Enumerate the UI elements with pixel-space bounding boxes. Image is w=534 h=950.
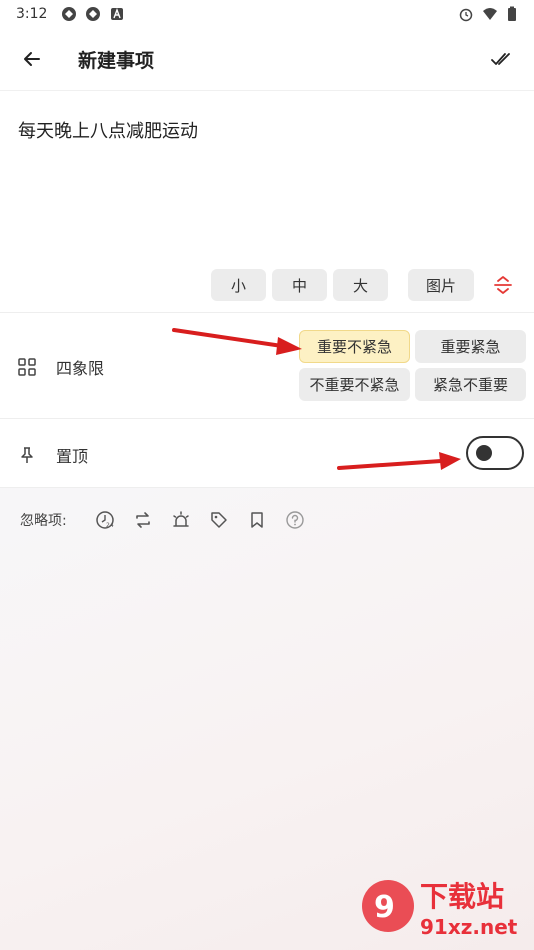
quadrant-urgent-not-important-button[interactable]: 紧急不重要 <box>415 368 526 401</box>
pin-label: 置顶 <box>56 447 89 466</box>
annotation-arrow-quadrant <box>172 328 302 355</box>
page-title: 新建事项 <box>78 49 155 72</box>
quadrant-label-group: 四象限 <box>18 355 104 379</box>
app-header: 新建事项 <box>0 28 534 90</box>
double-check-icon <box>491 53 510 65</box>
quadrant-important-urgent-button[interactable]: 重要紧急 <box>415 330 526 363</box>
annotation-arrow-toggle <box>337 452 461 470</box>
toggle-knob <box>476 445 492 461</box>
pin-icon <box>21 447 33 463</box>
alarm-icon[interactable] <box>171 510 191 530</box>
status-indicators <box>458 6 518 22</box>
status-bar: 3:12 <box>0 0 534 28</box>
arrow-left-icon <box>24 52 40 66</box>
wifi-icon <box>483 8 497 20</box>
watermark-url: 91xz.net <box>420 915 518 939</box>
note-editor[interactable]: 每天晚上八点减肥运动 小 中 大 图片 <box>0 90 534 312</box>
status-time: 3:12 <box>16 6 48 22</box>
app-notification-icon <box>62 7 77 21</box>
tag-icon[interactable] <box>209 510 229 530</box>
size-large-button[interactable]: 大 <box>333 269 388 301</box>
size-medium-button[interactable]: 中 <box>272 269 327 301</box>
pin-label-group: 置顶 <box>18 443 88 467</box>
watermark-title: 下载站 <box>420 880 504 913</box>
size-options: 小 中 大 图片 <box>211 269 514 301</box>
ignore-label: 忽略项: <box>20 513 67 529</box>
watermark-logo: 9 下载站 91xz.net <box>362 880 518 939</box>
pin-toggle[interactable] <box>466 436 524 470</box>
svg-text:9: 9 <box>374 890 395 925</box>
clock-24h-icon[interactable]: 24 <box>95 510 115 530</box>
note-text-field[interactable]: 每天晚上八点减肥运动 <box>18 117 198 143</box>
repeat-icon[interactable] <box>133 510 153 530</box>
help-icon[interactable] <box>285 510 305 530</box>
quadrant-important-not-urgent-button[interactable]: 重要不紧急 <box>299 330 410 363</box>
back-button[interactable] <box>16 43 48 75</box>
quadrant-label: 四象限 <box>56 359 105 378</box>
save-button[interactable] <box>486 43 518 75</box>
quadrant-not-important-not-urgent-button[interactable]: 不重要不紧急 <box>299 368 410 401</box>
battery-icon <box>508 6 516 21</box>
grid-icon <box>18 358 36 376</box>
bookmark-icon[interactable] <box>247 510 267 530</box>
expand-collapse-icon[interactable] <box>492 274 514 296</box>
svg-text:24: 24 <box>106 522 114 529</box>
alarm-status-icon <box>459 8 473 22</box>
app-notification-icon <box>86 7 101 21</box>
size-small-button[interactable]: 小 <box>211 269 266 301</box>
font-notification-icon <box>111 8 124 20</box>
image-button[interactable]: 图片 <box>408 269 474 301</box>
ignore-row: 忽略项: 24 <box>20 510 305 530</box>
